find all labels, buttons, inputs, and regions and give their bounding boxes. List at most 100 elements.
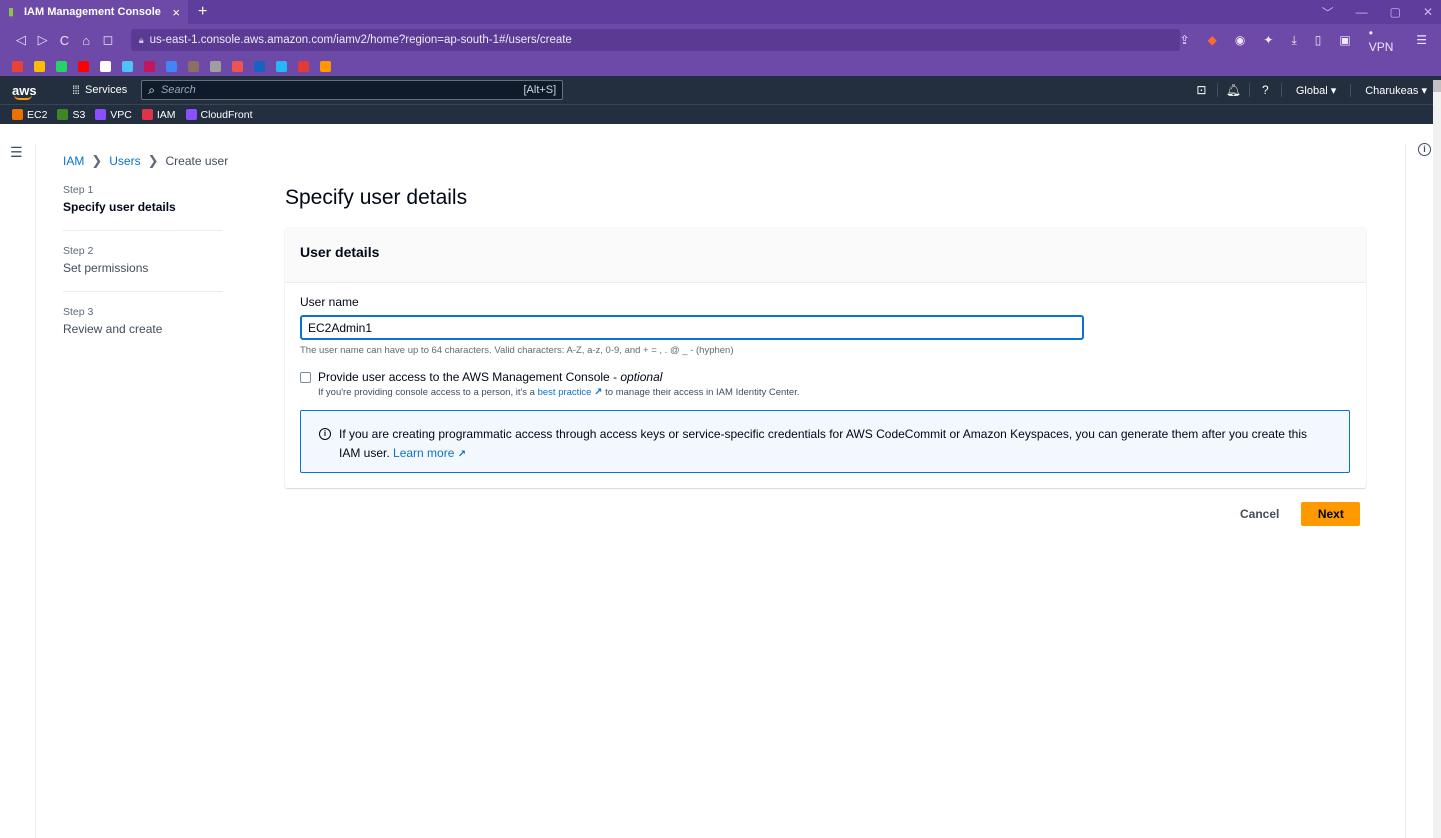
- new-tab-button[interactable]: +: [198, 3, 207, 21]
- bookmark-icon[interactable]: [298, 60, 309, 72]
- bookmark-icon[interactable]: [122, 60, 133, 72]
- grid-icon: ⁞⁞⁞: [72, 83, 80, 97]
- learn-more-link[interactable]: Learn more: [393, 446, 454, 460]
- step-number: Step 3: [63, 306, 94, 318]
- search-input[interactable]: ⌕ Search [Alt+S]: [141, 80, 564, 100]
- external-link-icon: ↗: [457, 449, 467, 460]
- tab-title: IAM Management Console: [24, 6, 161, 18]
- scrollbar-thumb[interactable]: [1433, 80, 1441, 92]
- optional-text: optional: [620, 370, 663, 384]
- desc-pre: If you're providing console access to a …: [318, 387, 538, 398]
- bookmark-icon[interactable]: [232, 60, 243, 72]
- vpn-button[interactable]: • VPN: [1369, 26, 1399, 54]
- step-number: Step 1: [63, 184, 94, 196]
- wizard-actions: Cancel Next: [1240, 502, 1361, 526]
- step-label: Review and create: [63, 322, 163, 336]
- page-content: ☰ i IAM ❯ Users ❯ Create user Step 1 Spe…: [0, 80, 1441, 838]
- browser-toolbar-icons: ⇪ ◆ ◉ ✦ ⤓ ▯ ▣ • VPN ☰: [1180, 26, 1431, 54]
- service-icon: [57, 109, 69, 120]
- download-icon[interactable]: ⤓: [1291, 33, 1296, 48]
- bookmark-icon[interactable]: [34, 60, 45, 72]
- services-menu-button[interactable]: ⁞⁞⁞ Services: [64, 80, 135, 100]
- service-favorites-bar: EC2 S3 VPC IAM CloudFront: [0, 104, 1441, 124]
- bell-icon[interactable]: 🔔︎: [1218, 83, 1250, 97]
- home-icon[interactable]: ⌂: [75, 33, 97, 48]
- step-label: Set permissions: [63, 261, 149, 275]
- breadcrumb-iam[interactable]: IAM: [63, 154, 84, 168]
- bookmark-icon[interactable]: [276, 60, 287, 72]
- brave-shield-icon[interactable]: ◆: [1208, 33, 1217, 47]
- region-selector[interactable]: Global ▾: [1282, 83, 1352, 97]
- wizard-step-2[interactable]: Step 2 Set permissions: [63, 245, 223, 292]
- back-icon[interactable]: ◁: [10, 32, 32, 48]
- bookmark-icon[interactable]: [78, 60, 89, 72]
- reload-icon[interactable]: C: [54, 33, 76, 48]
- bookmark-icon[interactable]: [12, 60, 23, 72]
- bookmarks-bar: [0, 56, 1441, 76]
- close-window-icon[interactable]: ✕: [1423, 5, 1433, 19]
- share-icon[interactable]: ⇪: [1180, 33, 1190, 47]
- cancel-button[interactable]: Cancel: [1240, 507, 1279, 521]
- minimize-icon[interactable]: —: [1356, 5, 1368, 19]
- tab-close-icon[interactable]: ×: [172, 5, 180, 20]
- user-details-card: User details User name EC2Admin1 The use…: [285, 228, 1366, 488]
- account-menu[interactable]: Charukeas ▾: [1351, 84, 1427, 97]
- console-access-title: Provide user access to the AWS Managemen…: [318, 370, 799, 384]
- bookmark-icon[interactable]: [166, 60, 177, 72]
- info-alert: i If you are creating programmatic acces…: [300, 410, 1350, 473]
- service-icon: [185, 109, 197, 120]
- favorite-cloudfront[interactable]: CloudFront: [185, 109, 253, 121]
- alert-content: If you are creating programmatic access …: [339, 425, 1331, 472]
- camera-icon[interactable]: ◉: [1235, 33, 1245, 47]
- browser-tab[interactable]: ▮ IAM Management Console ×: [0, 0, 188, 24]
- restore-icon[interactable]: ▢: [1390, 5, 1401, 19]
- service-icon: [12, 109, 23, 120]
- best-practice-link[interactable]: best practice: [538, 387, 592, 398]
- extensions-icon[interactable]: ✦: [1263, 33, 1273, 47]
- bookmark-icon[interactable]: [320, 60, 331, 72]
- bookmark-icon[interactable]: ◻: [97, 32, 119, 48]
- lock-icon: 🔒︎: [138, 34, 144, 45]
- favorite-iam[interactable]: IAM: [141, 108, 176, 121]
- bookmark-icon[interactable]: [188, 60, 199, 72]
- window-controls: ﹀ — ▢ ✕: [1322, 0, 1433, 24]
- menu-icon[interactable]: ☰: [1416, 33, 1427, 47]
- card-title: User details: [285, 228, 1366, 283]
- bookmark-icon[interactable]: [144, 60, 155, 72]
- search-shortcut: [Alt+S]: [523, 84, 557, 96]
- username-label: User name: [300, 295, 359, 309]
- favorite-vpc[interactable]: VPC: [95, 109, 132, 121]
- favorite-label: IAM: [156, 108, 176, 121]
- bookmark-icon[interactable]: [254, 60, 265, 72]
- hamburger-menu-icon[interactable]: ☰: [10, 144, 23, 161]
- favorite-s3[interactable]: S3: [57, 109, 85, 121]
- wizard-steps: Step 1 Specify user details Step 2 Set p…: [63, 184, 223, 366]
- card-body: User name EC2Admin1 The user name can ha…: [285, 283, 1366, 485]
- nav-right-group: ⊡ 🔔︎ ? Global ▾ Charukeas ▾: [1186, 76, 1427, 104]
- breadcrumb-users[interactable]: Users: [109, 154, 140, 168]
- favorite-label: EC2: [27, 108, 48, 121]
- url-field[interactable]: 🔒︎ us-east-1.console.aws.amazon.com/iamv…: [130, 29, 1180, 51]
- bookmark-icon[interactable]: [210, 60, 221, 72]
- next-button[interactable]: Next: [1301, 502, 1361, 526]
- help-icon[interactable]: ?: [1250, 83, 1282, 97]
- search-placeholder: Search: [160, 84, 196, 96]
- breadcrumb: IAM ❯ Users ❯ Create user: [63, 153, 228, 169]
- bookmark-icon[interactable]: [100, 60, 111, 72]
- wizard-step-3[interactable]: Step 3 Review and create: [63, 306, 223, 352]
- username-input[interactable]: EC2Admin1: [300, 315, 1084, 340]
- tab-search-icon[interactable]: ﹀: [1322, 4, 1334, 21]
- favorite-ec2[interactable]: EC2: [12, 109, 47, 121]
- console-access-checkbox[interactable]: [300, 372, 311, 383]
- forward-icon[interactable]: ▷: [32, 32, 54, 48]
- sidebar-icon[interactable]: ▯: [1315, 33, 1322, 47]
- scrollbar[interactable]: [1433, 80, 1441, 838]
- desc-post: to manage their access in IAM Identity C…: [602, 387, 800, 398]
- info-panel-icon[interactable]: i: [1418, 143, 1431, 156]
- cloudshell-icon[interactable]: ⊡: [1186, 83, 1218, 97]
- aws-logo[interactable]: aws: [12, 83, 48, 100]
- alert-text: If you are creating programmatic access …: [339, 427, 1307, 460]
- wallet-icon[interactable]: ▣: [1339, 33, 1350, 47]
- bookmark-icon[interactable]: [56, 60, 67, 72]
- username-hint: The user name can have up to 64 characte…: [300, 345, 734, 356]
